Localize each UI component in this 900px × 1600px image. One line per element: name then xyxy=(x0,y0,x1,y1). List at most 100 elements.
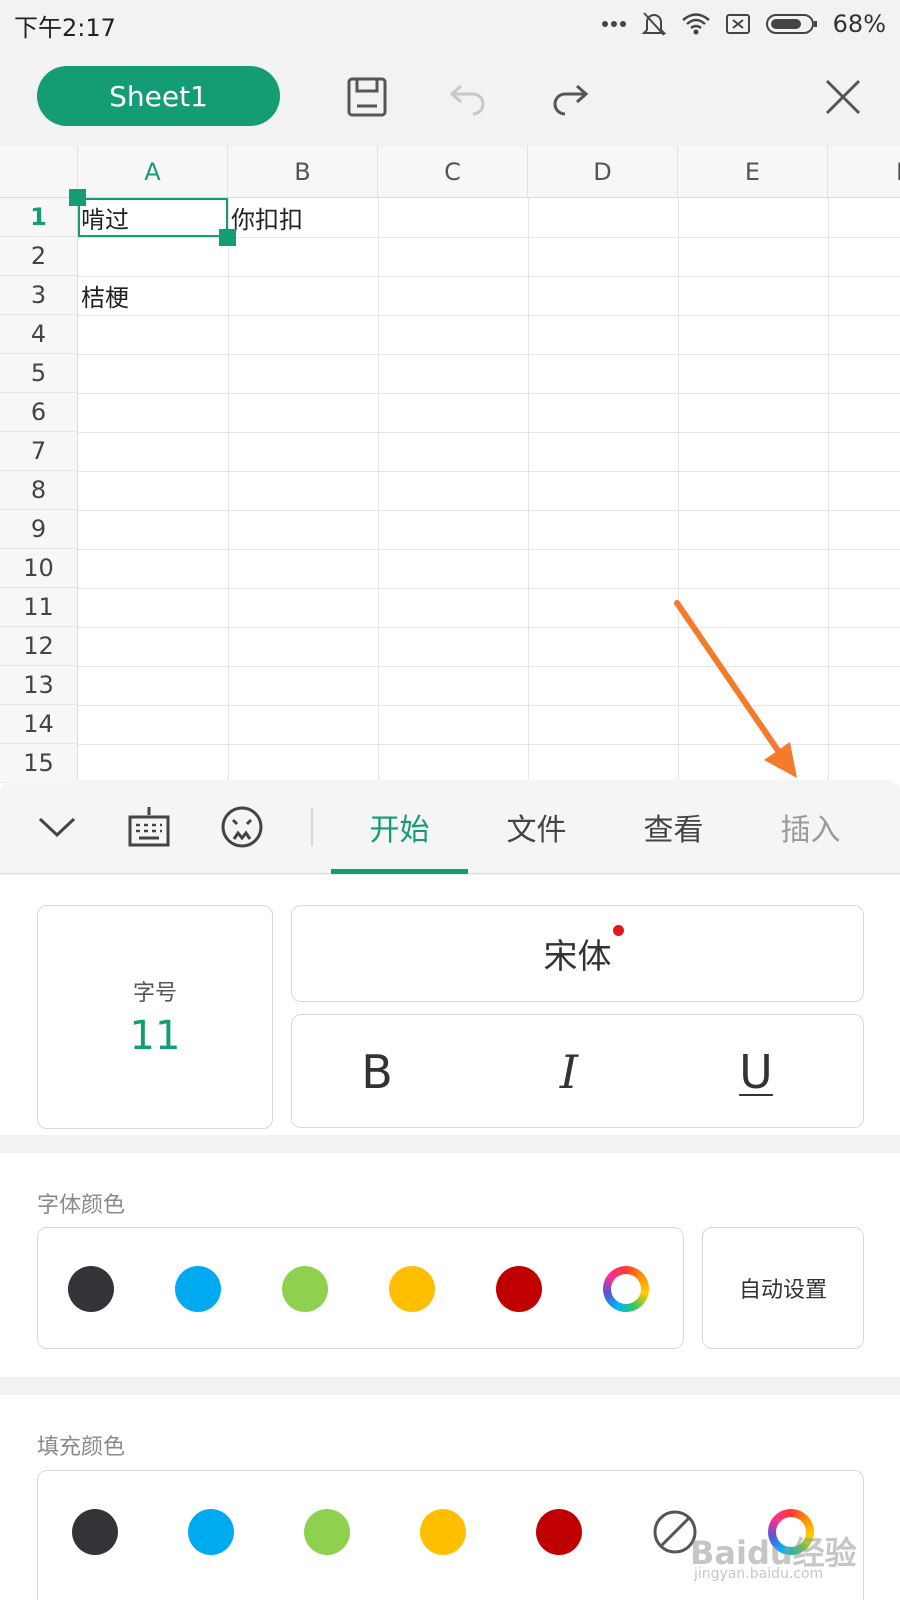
font-color-swatch[interactable] xyxy=(496,1266,542,1312)
tab-insert[interactable]: 插入 xyxy=(742,780,879,874)
grid-line xyxy=(78,588,900,589)
cell-a3[interactable]: 桔梗 xyxy=(78,276,228,315)
grid-line xyxy=(528,198,529,786)
grid-line xyxy=(78,627,900,628)
row-header-14[interactable]: 14 xyxy=(0,705,78,744)
grid-line xyxy=(78,705,900,706)
status-bar: 下午2:17 68% xyxy=(0,0,900,50)
format-panel: 开始 文件 查看 插入 字号 11 宋体 B I U 字体颜色 自动设置 填充颜… xyxy=(0,780,900,1600)
underline-button[interactable]: U xyxy=(716,1015,796,1129)
fill-color-swatch[interactable] xyxy=(420,1509,466,1555)
grid-line xyxy=(828,198,829,786)
selection-handle-start[interactable] xyxy=(69,189,86,206)
font-section: 字号 11 宋体 B I U xyxy=(0,875,900,1135)
watermark-logo: Baidu经验 jingyan.baidu.com xyxy=(690,1528,890,1588)
row-header-3[interactable]: 3 xyxy=(0,276,78,315)
spreadsheet-grid[interactable]: A B C D E F 1 2 3 4 5 6 7 8 9 10 11 12 1… xyxy=(0,146,900,786)
new-badge-dot xyxy=(612,925,624,936)
grid-line xyxy=(228,198,229,786)
fill-color-swatch[interactable] xyxy=(72,1509,118,1555)
grid-line xyxy=(78,354,900,355)
row-header-1[interactable]: 1 xyxy=(0,198,78,237)
cell-selection xyxy=(78,198,228,237)
row-header-8[interactable]: 8 xyxy=(0,471,78,510)
color-picker-icon[interactable] xyxy=(603,1266,649,1312)
status-time: 下午2:17 xyxy=(14,14,116,42)
fill-color-title: 填充颜色 xyxy=(37,1435,126,1460)
row-header-4[interactable]: 4 xyxy=(0,315,78,354)
cell-b1[interactable]: 你扣扣 xyxy=(228,198,378,237)
keyboard-icon[interactable] xyxy=(124,802,174,852)
font-color-swatch[interactable] xyxy=(68,1266,114,1312)
fill-color-swatch[interactable] xyxy=(188,1509,234,1555)
tab-start[interactable]: 开始 xyxy=(331,780,468,874)
redo-icon[interactable] xyxy=(545,72,595,122)
font-color-swatch[interactable] xyxy=(175,1266,221,1312)
font-color-section: 字体颜色 自动设置 xyxy=(0,1153,900,1377)
grid-line xyxy=(78,432,900,433)
row-header-5[interactable]: 5 xyxy=(0,354,78,393)
column-header-c[interactable]: C xyxy=(378,146,528,198)
tab-view[interactable]: 查看 xyxy=(605,780,742,874)
close-icon[interactable] xyxy=(818,72,868,122)
row-header-15[interactable]: 15 xyxy=(0,744,78,783)
column-header-e[interactable]: E xyxy=(678,146,828,198)
grid-line xyxy=(78,315,900,316)
corner-header[interactable] xyxy=(0,146,78,198)
undo-icon[interactable] xyxy=(443,72,493,122)
row-header-7[interactable]: 7 xyxy=(0,432,78,471)
font-color-title: 字体颜色 xyxy=(37,1193,126,1218)
bell-off-icon xyxy=(641,10,667,38)
column-header-f[interactable]: F xyxy=(828,146,900,198)
sheet-toolbar: Sheet1 xyxy=(0,50,900,146)
auto-color-button[interactable]: 自动设置 xyxy=(702,1227,864,1349)
row-header-2[interactable]: 2 xyxy=(0,237,78,276)
font-size-label: 字号 xyxy=(132,981,177,1006)
grid-line xyxy=(78,744,900,745)
tab-divider xyxy=(311,808,313,846)
more-dots-icon xyxy=(601,20,627,28)
status-icons: 68% xyxy=(601,6,886,42)
grid-line xyxy=(678,198,679,786)
fill-color-swatch[interactable] xyxy=(304,1509,350,1555)
column-header-d[interactable]: D xyxy=(528,146,678,198)
italic-button[interactable]: I xyxy=(529,1015,609,1129)
selection-handle-end[interactable] xyxy=(219,229,236,246)
sim-off-icon xyxy=(725,12,751,36)
row-header-10[interactable]: 10 xyxy=(0,549,78,588)
font-name-wrap: 宋体 xyxy=(543,925,624,978)
row-header-9[interactable]: 9 xyxy=(0,510,78,549)
grid-line xyxy=(78,471,900,472)
font-name-button[interactable]: 宋体 xyxy=(291,905,864,1002)
battery-icon xyxy=(765,12,819,36)
watermark-sub: jingyan.baidu.com xyxy=(694,1566,824,1582)
text-style-group: B I U xyxy=(291,1014,864,1128)
font-name: 宋体 xyxy=(543,937,612,977)
grid-line xyxy=(378,198,379,786)
grid-line xyxy=(78,666,900,667)
row-header-12[interactable]: 12 xyxy=(0,627,78,666)
panel-tab-bar: 开始 文件 查看 插入 xyxy=(0,780,900,874)
bold-button[interactable]: B xyxy=(337,1015,417,1129)
column-header-a[interactable]: A xyxy=(78,146,228,198)
row-header-13[interactable]: 13 xyxy=(0,666,78,705)
row-header-11[interactable]: 11 xyxy=(0,588,78,627)
tab-file[interactable]: 文件 xyxy=(468,780,605,874)
save-icon[interactable] xyxy=(342,72,392,122)
grid-line xyxy=(78,237,900,238)
battery-percent: 68% xyxy=(832,10,886,38)
font-size-button[interactable]: 字号 11 xyxy=(37,905,273,1129)
font-color-swatch[interactable] xyxy=(282,1266,328,1312)
grid-line xyxy=(78,510,900,511)
font-size-value: 11 xyxy=(129,1013,181,1059)
row-header-6[interactable]: 6 xyxy=(0,393,78,432)
font-color-swatches xyxy=(37,1227,684,1349)
emoji-icon[interactable] xyxy=(217,802,267,852)
sheet-tab-button[interactable]: Sheet1 xyxy=(37,66,280,126)
wifi-icon xyxy=(681,12,711,36)
collapse-chevron-icon[interactable] xyxy=(32,802,82,852)
font-color-swatch[interactable] xyxy=(389,1266,435,1312)
grid-line xyxy=(78,393,900,394)
column-header-b[interactable]: B xyxy=(228,146,378,198)
fill-color-swatch[interactable] xyxy=(536,1509,582,1555)
